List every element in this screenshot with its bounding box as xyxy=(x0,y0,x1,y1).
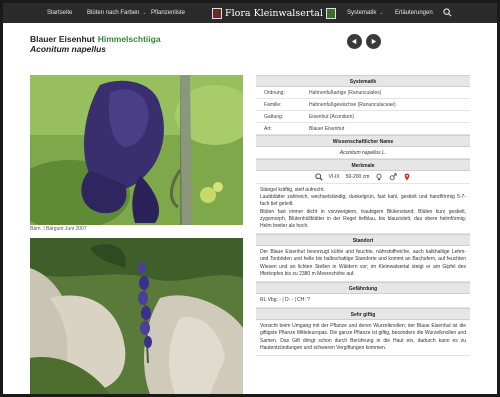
search-icon[interactable] xyxy=(443,8,452,17)
plant-height: 50-200 cm xyxy=(345,174,370,180)
nav-systematik[interactable]: Systematik ⌄ xyxy=(347,10,384,16)
flower-closeup-image xyxy=(30,75,243,225)
row-value: Blauer Eisenhut xyxy=(309,126,345,132)
plant-info-panel: Systematik Ordnung: Hahnenfußartige (Ran… xyxy=(256,75,470,357)
page-frame: Startseite Blüten nach Farben ⌄ Pflanzenl… xyxy=(3,3,497,394)
nav-systematik-label: Systematik xyxy=(347,10,377,16)
plant-name-latin: Aconitum napellus xyxy=(30,44,107,54)
row-key: Gattung: xyxy=(264,114,284,120)
site-logo[interactable]: Flora Kleinwalsertal xyxy=(212,6,336,20)
nav-pflanzenliste[interactable]: Pflanzenliste xyxy=(151,10,185,16)
pin-icon xyxy=(404,173,410,181)
section-heading-giftig: Sehr giftig xyxy=(256,308,470,321)
nav-startseite[interactable]: Startseite xyxy=(47,10,72,16)
plant-photo-closeup[interactable] xyxy=(30,75,243,225)
scientific-name: Aconitum napellus L. xyxy=(256,147,470,159)
next-arrow-icon xyxy=(371,38,377,45)
section-heading-wissenschaftlicher-name: Wissenschaftlicher Name xyxy=(256,135,470,147)
next-plant-button[interactable] xyxy=(366,34,381,49)
plant-title: Blauer Eisenhut Himmelschtiiga xyxy=(30,34,161,44)
gefaehrdung-value: RL Vbg: - | D: - | CH: ? xyxy=(256,294,470,309)
site-title: Flora Kleinwalsertal xyxy=(225,7,323,19)
table-row: Ordnung: Hahnenfußartige (Ranunculales) xyxy=(256,87,470,99)
row-value[interactable]: Hahnenfußgewächse (Ranunculaceae) xyxy=(303,99,470,110)
standort-description: Der Blaue Eisenhut bevorzugt kühle und f… xyxy=(256,246,470,283)
magnifier-icon xyxy=(314,173,323,181)
prev-arrow-icon xyxy=(351,38,357,45)
giftig-description: Vorsicht beim Umgang mit der Pflanze und… xyxy=(256,320,470,357)
nav-erlaeuterungen[interactable]: Erläuterungen xyxy=(395,10,433,16)
plant-photo-habitat[interactable] xyxy=(30,238,243,394)
section-heading-standort: Standort xyxy=(256,234,470,247)
section-heading-gefaehrdung: Gefährdung xyxy=(256,282,470,295)
plant-name-german: Blauer Eisenhut xyxy=(30,34,95,44)
bloom-months: VI-IX xyxy=(328,174,340,180)
row-value[interactable]: Hahnenfußartige (Ranunculales) xyxy=(303,87,470,98)
plant-name-dialect: Himmelschtiiga xyxy=(97,34,161,44)
habitat-image xyxy=(30,238,243,394)
row-key: Familie: xyxy=(264,102,282,108)
female-icon xyxy=(376,173,382,181)
chevron-down-icon: ⌄ xyxy=(379,10,384,16)
nav-blueten-label: Blüten nach Farben xyxy=(87,10,140,16)
section-heading-merkmale: Merkmale xyxy=(256,159,470,171)
table-row: Familie: Hahnenfußgewächse (Ranunculacea… xyxy=(256,99,470,111)
section-heading-systematik: Systematik xyxy=(256,75,470,87)
male-icon xyxy=(390,173,397,181)
nav-blueten-nach-farben[interactable]: Blüten nach Farben ⌄ xyxy=(87,10,147,16)
table-row: Art: Blauer Eisenhut xyxy=(256,123,470,135)
previous-plant-button[interactable] xyxy=(347,34,362,49)
top-navigation: Startseite Blüten nach Farben ⌄ Pflanzenl… xyxy=(3,3,497,23)
chevron-down-icon: ⌄ xyxy=(142,10,147,16)
table-row: Gattung: Eisenhut (Aconitum) xyxy=(256,111,470,123)
merkmale-icon-row: VI-IX 50-200 cm xyxy=(256,171,470,184)
merkmale-description: Stängel kräftig, steif aufrecht. Laubblä… xyxy=(256,184,470,235)
coat-of-arms-icon xyxy=(325,7,336,19)
row-key: Art: xyxy=(264,126,272,132)
row-value[interactable]: Eisenhut (Aconitum) xyxy=(303,111,470,122)
photo-caption: Bärn. | Bärgunt Juni 2007 xyxy=(30,226,87,232)
coat-of-arms-icon xyxy=(212,7,222,19)
row-key: Ordnung: xyxy=(264,90,285,96)
